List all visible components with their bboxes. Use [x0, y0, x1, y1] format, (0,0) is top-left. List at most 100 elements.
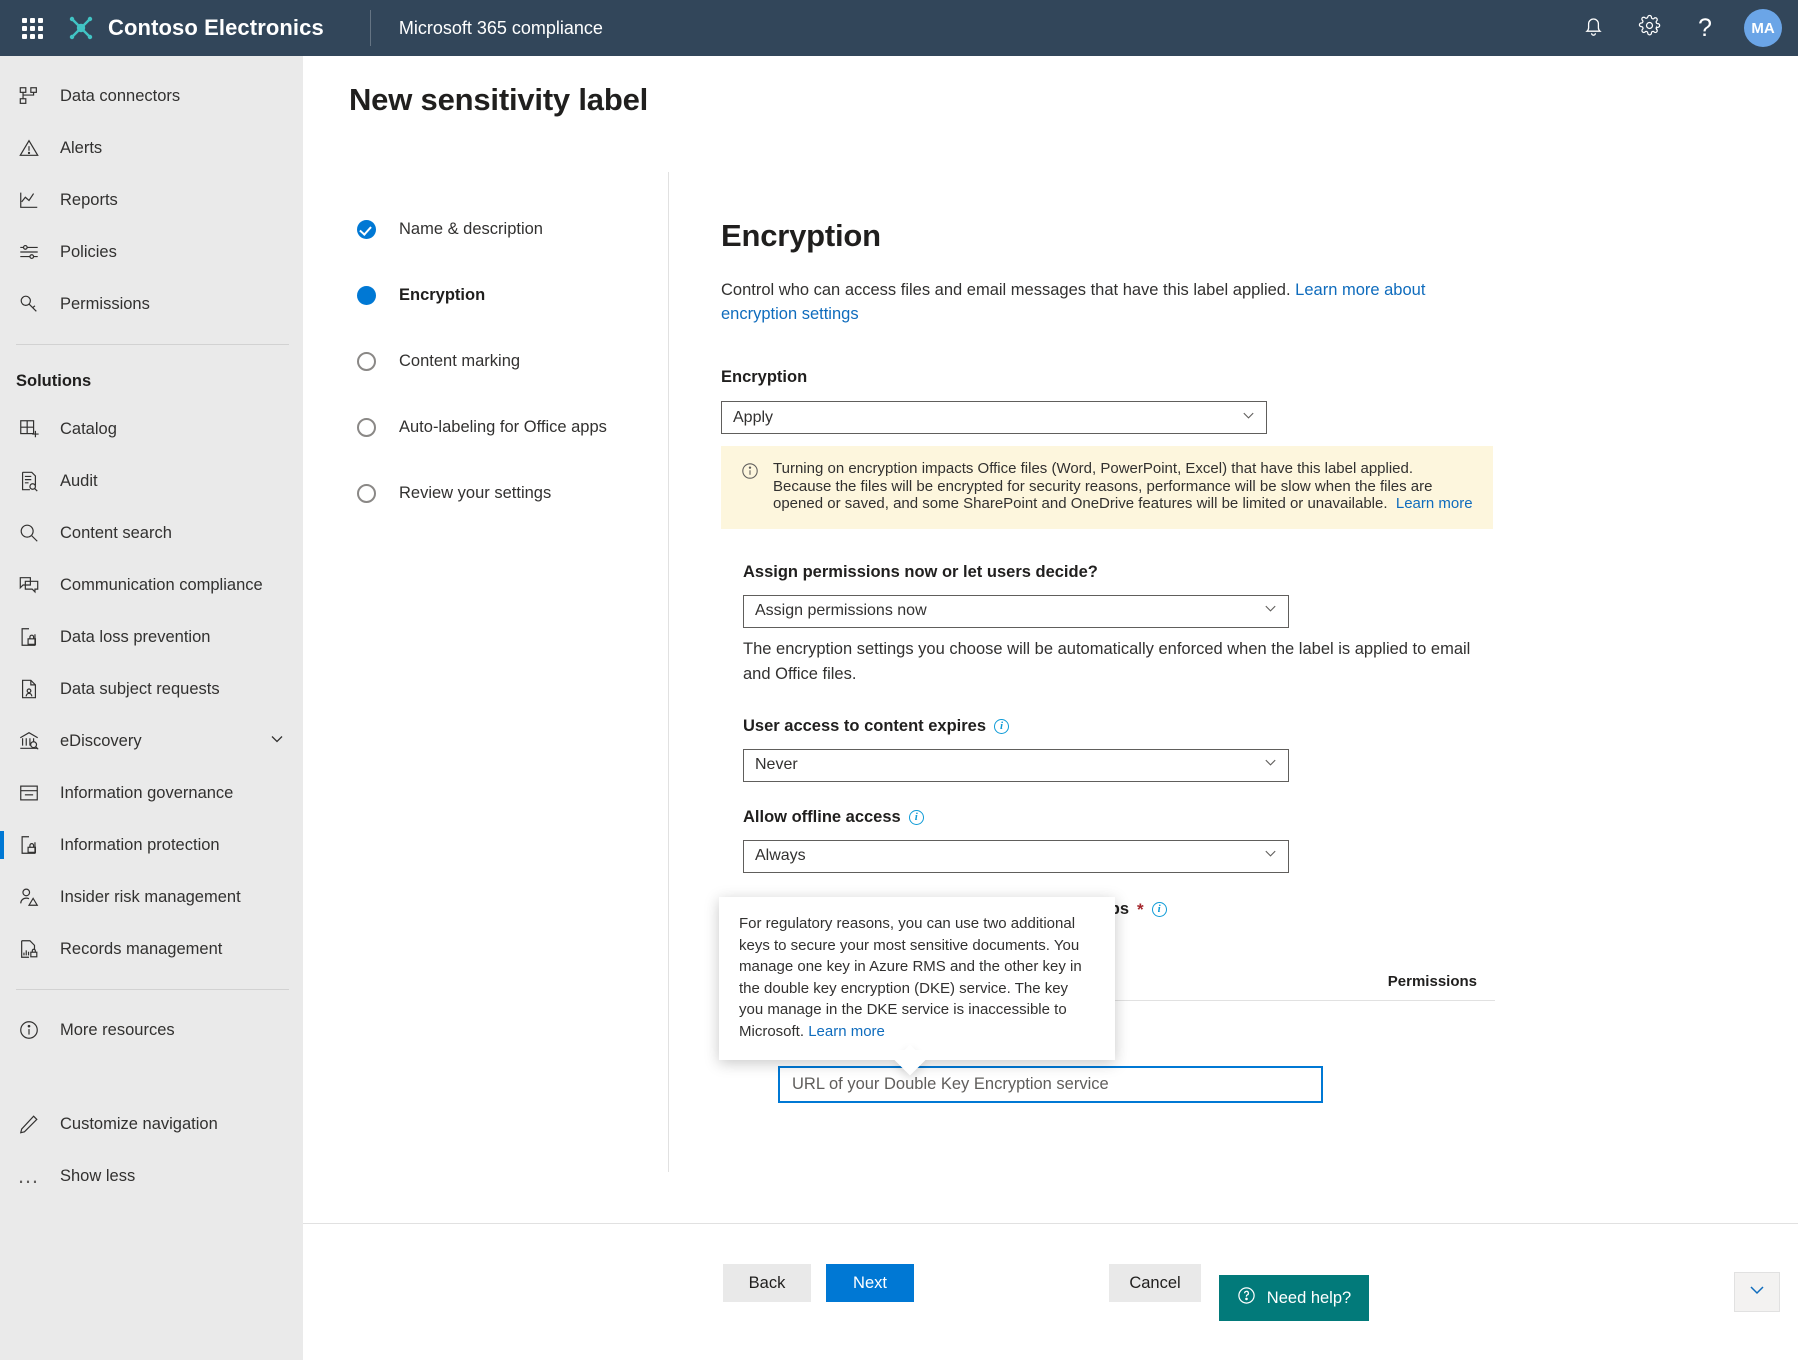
info-icon[interactable]: i	[994, 719, 1009, 734]
chevron-down-icon[interactable]	[269, 731, 285, 752]
sidebar-item-show-less[interactable]: … Show less	[0, 1150, 303, 1202]
empty-circle-icon	[357, 418, 376, 437]
page-title: New sensitivity label	[303, 56, 1798, 118]
document-person-icon	[16, 676, 42, 702]
back-button[interactable]: Back	[723, 1264, 811, 1302]
offline-access-dropdown[interactable]: Always	[743, 840, 1289, 873]
avatar[interactable]: MA	[1744, 9, 1782, 47]
dke-tooltip: For regulatory reasons, you can use two …	[719, 897, 1115, 1060]
filled-circle-icon	[357, 286, 376, 305]
sidebar-item-label: Content search	[60, 524, 172, 543]
sidebar-item-label: Communication compliance	[60, 576, 263, 595]
contoso-logo-icon	[66, 13, 96, 43]
chevron-down-icon	[1263, 755, 1278, 775]
brand-name: Contoso Electronics	[108, 15, 324, 41]
permissions-icon	[16, 291, 42, 317]
user-access-expires-value: Never	[755, 756, 798, 774]
assign-permissions-mode-value: Assign permissions now	[755, 602, 927, 620]
sidebar-item-alerts[interactable]: Alerts	[0, 122, 303, 174]
sidebar-item-content-search[interactable]: Content search	[0, 507, 303, 559]
sidebar-item-label: More resources	[60, 1021, 175, 1040]
sidebar-item-information-governance[interactable]: Information governance	[0, 767, 303, 819]
sidebar-divider-2	[16, 989, 289, 990]
cancel-button[interactable]: Cancel	[1109, 1264, 1201, 1302]
user-access-expires-label: User access to content expires	[743, 717, 986, 736]
sidebar-item-policies[interactable]: Policies	[0, 226, 303, 278]
empty-circle-icon	[357, 484, 376, 503]
empty-circle-icon	[357, 352, 376, 371]
sidebar-item-reports[interactable]: Reports	[0, 174, 303, 226]
topbar-actions: ? MA	[1568, 4, 1798, 52]
collapse-panel-button[interactable]	[1734, 1272, 1780, 1312]
encryption-dropdown[interactable]: Apply	[721, 401, 1267, 434]
help-button[interactable]: ?	[1680, 4, 1730, 52]
governance-icon	[16, 780, 42, 806]
sidebar-item-label: Audit	[60, 472, 98, 491]
brand[interactable]: Contoso Electronics	[66, 13, 324, 43]
info-icon[interactable]: i	[1152, 902, 1167, 917]
sidebar-item-customize-navigation[interactable]: Customize navigation	[0, 1098, 303, 1150]
sidebar-item-label: Policies	[60, 243, 117, 262]
question-mark-icon: ?	[1698, 16, 1712, 41]
sidebar-item-label: Data subject requests	[60, 680, 220, 699]
reports-icon	[16, 187, 42, 213]
tooltip-text: For regulatory reasons, you can use two …	[739, 915, 1082, 1040]
warning-learn-more-link[interactable]: Learn more	[1396, 495, 1473, 512]
next-button[interactable]: Next	[826, 1264, 914, 1302]
sidebar-divider-1	[16, 344, 289, 345]
tooltip-learn-more-link[interactable]: Learn more	[808, 1023, 885, 1040]
wizard-step-review[interactable]: Review your settings	[355, 484, 668, 550]
alerts-icon	[16, 135, 42, 161]
sidebar-item-audit[interactable]: Audit	[0, 455, 303, 507]
main-panel: Encryption Control who can access files …	[669, 172, 1798, 1360]
sidebar-item-permissions[interactable]: Permissions	[0, 278, 303, 330]
content-split: Name & description Encryption Content ma…	[303, 172, 1798, 1360]
sidebar-item-more-resources[interactable]: More resources	[0, 1004, 303, 1056]
notifications-button[interactable]	[1568, 4, 1618, 52]
wizard-step-encryption[interactable]: Encryption	[355, 286, 668, 352]
dke-url-placeholder: URL of your Double Key Encryption servic…	[792, 1075, 1109, 1094]
pencil-icon	[16, 1111, 42, 1137]
app-launcher-button[interactable]	[8, 18, 56, 39]
sidebar-item-insider-risk-management[interactable]: Insider risk management	[0, 871, 303, 923]
wizard-step-label: Encryption	[399, 286, 485, 305]
encryption-warning-banner: Turning on encryption impacts Office fil…	[721, 446, 1493, 529]
sidebar-item-label: Information protection	[60, 836, 220, 855]
info-icon	[16, 1017, 42, 1043]
sidebar-item-data-connectors[interactable]: Data connectors	[0, 70, 303, 122]
info-icon[interactable]: i	[909, 810, 924, 825]
dke-url-input[interactable]: URL of your Double Key Encryption servic…	[778, 1066, 1323, 1103]
records-icon	[16, 936, 42, 962]
chat-icon	[16, 572, 42, 598]
sidebar-item-data-loss-prevention[interactable]: Data loss prevention	[0, 611, 303, 663]
ediscovery-icon	[16, 728, 42, 754]
chevron-down-icon	[1263, 601, 1278, 621]
top-navigation-bar: Contoso Electronics Microsoft 365 compli…	[0, 0, 1798, 56]
sidebar-item-label: Show less	[60, 1167, 135, 1186]
step-indicator	[355, 418, 377, 439]
sidebar-item-records-management[interactable]: Records management	[0, 923, 303, 975]
step-indicator	[355, 220, 377, 241]
sidebar-item-label: Customize navigation	[60, 1115, 218, 1134]
settings-button[interactable]	[1624, 4, 1674, 52]
wizard-step-label: Name & description	[399, 220, 543, 239]
sidebar-item-data-subject-requests[interactable]: Data subject requests	[0, 663, 303, 715]
sidebar-item-label: Insider risk management	[60, 888, 241, 907]
sidebar-item-ediscovery[interactable]: eDiscovery	[0, 715, 303, 767]
section-description: Control who can access files and email m…	[721, 278, 1466, 326]
sidebar-item-catalog[interactable]: Catalog	[0, 403, 303, 455]
page-container: New sensitivity label Name & description…	[303, 56, 1798, 1360]
assign-permissions-mode-dropdown[interactable]: Assign permissions now	[743, 595, 1289, 628]
data-connectors-icon	[16, 83, 42, 109]
need-help-button[interactable]: Need help?	[1219, 1275, 1369, 1321]
wizard-step-name-description[interactable]: Name & description	[355, 220, 668, 286]
section-description-text: Control who can access files and email m…	[721, 281, 1291, 299]
step-indicator	[355, 484, 377, 503]
sidebar-item-information-protection[interactable]: Information protection	[0, 819, 303, 871]
wizard-step-auto-labeling[interactable]: Auto-labeling for Office apps	[355, 418, 668, 484]
info-icon	[741, 462, 759, 513]
step-indicator	[355, 352, 377, 373]
sidebar-item-communication-compliance[interactable]: Communication compliance	[0, 559, 303, 611]
wizard-step-content-marking[interactable]: Content marking	[355, 352, 668, 418]
user-access-expires-dropdown[interactable]: Never	[743, 749, 1289, 782]
